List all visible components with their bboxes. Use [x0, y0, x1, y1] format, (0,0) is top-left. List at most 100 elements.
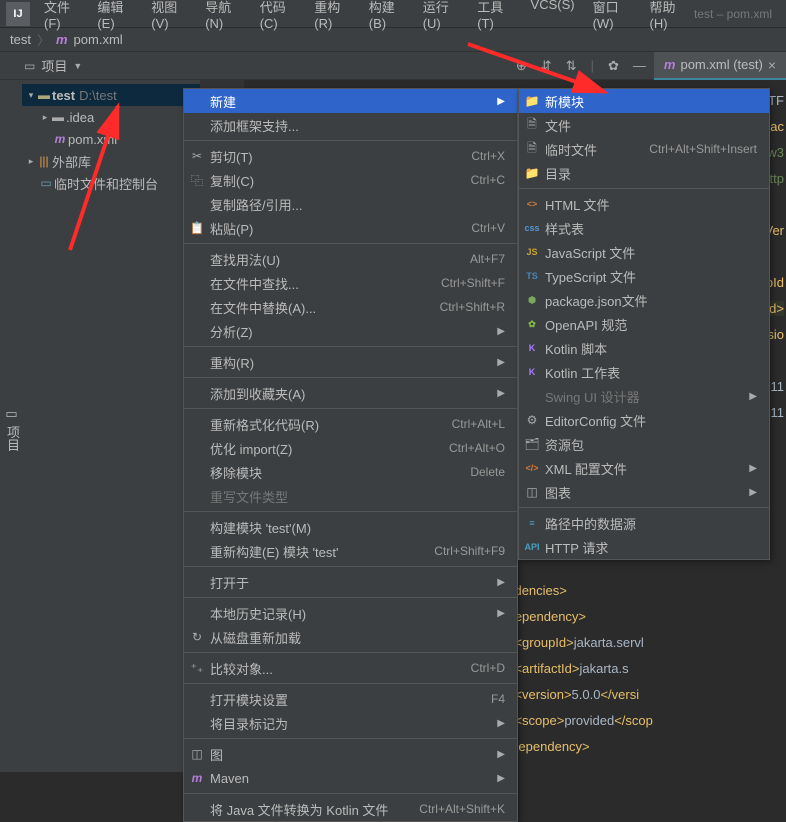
menu-item[interactable]: 添加到收藏夹(A)▶ — [184, 381, 517, 405]
menu-item[interactable]: 优化 import(Z)Ctrl+Alt+O — [184, 436, 517, 460]
menu-item[interactable]: 🗎临时文件Ctrl+Alt+Shift+Insert — [519, 137, 769, 161]
tree-pom[interactable]: m pom.xml — [22, 128, 200, 150]
menu-item[interactable]: 📋粘贴(P)Ctrl+V — [184, 216, 517, 240]
breadcrumb-file[interactable]: pom.xml — [74, 32, 123, 47]
menu-item[interactable]: 📁目录 — [519, 161, 769, 185]
menu-item[interactable]: 打开于▶ — [184, 570, 517, 594]
project-tree: ▾ ▬ test D:\test ▸ ▬ .idea m pom.xml ▸ |… — [22, 80, 200, 772]
menu-item-icon: 📋 — [184, 221, 210, 235]
menu-item[interactable]: ⁺₊比较对象...Ctrl+D — [184, 656, 517, 680]
menu-item-label: 路径中的数据源 — [545, 514, 757, 533]
window-title: test – pom.xml — [694, 7, 786, 21]
menu-view[interactable]: 视图(V) — [143, 0, 195, 31]
menu-item[interactable]: ⿻复制(C)Ctrl+C — [184, 168, 517, 192]
expand-arrow-icon[interactable]: ▾ — [26, 90, 36, 101]
menu-navigate[interactable]: 导航(N) — [197, 0, 250, 31]
menu-item[interactable]: ◫图▶ — [184, 742, 517, 766]
menu-item-label: 剪切(T) — [210, 147, 447, 166]
collapse-icon[interactable]: ⇅ — [566, 58, 577, 74]
menu-item[interactable]: ≡路径中的数据源 — [519, 511, 769, 535]
menu-help[interactable]: 帮助(H) — [642, 0, 695, 31]
menu-item-shortcut: Ctrl+Shift+F9 — [434, 544, 505, 558]
menu-separator — [519, 188, 769, 189]
menu-item[interactable]: 新建▶ — [184, 89, 517, 113]
menu-item[interactable]: APIHTTP 请求 — [519, 535, 769, 559]
menu-item[interactable]: <>HTML 文件 — [519, 192, 769, 216]
tab-close-icon[interactable]: × — [768, 57, 776, 73]
menu-item[interactable]: 重构(R)▶ — [184, 350, 517, 374]
menu-item[interactable]: TSTypeScript 文件 — [519, 264, 769, 288]
menu-edit[interactable]: 编辑(E) — [89, 0, 141, 31]
menu-item[interactable]: KKotlin 脚本 — [519, 336, 769, 360]
breadcrumb-project[interactable]: test — [10, 32, 31, 47]
settings-icon[interactable]: ✿ — [608, 58, 619, 74]
tree-root[interactable]: ▾ ▬ test D:\test — [22, 84, 200, 106]
hide-icon[interactable]: — — [633, 58, 646, 74]
menu-item[interactable]: 添加框架支持... — [184, 113, 517, 137]
submenu-arrow-icon: ▶ — [497, 749, 505, 760]
menu-item[interactable]: 复制路径/引用... — [184, 192, 517, 216]
menu-separator — [184, 738, 517, 739]
tree-scratches[interactable]: ▭ 临时文件和控制台 — [22, 172, 200, 194]
expand-icon[interactable]: ⇵ — [541, 58, 552, 74]
menu-item-label: OpenAPI 规范 — [545, 315, 757, 334]
menu-item[interactable]: 在文件中替换(A)...Ctrl+Shift+R — [184, 295, 517, 319]
menu-item-label: TypeScript 文件 — [545, 267, 757, 286]
menu-item-label: 粘贴(P) — [210, 219, 447, 238]
scratch-icon: ▭ — [38, 176, 54, 190]
menu-item[interactable]: 查找用法(U)Alt+F7 — [184, 247, 517, 271]
menu-item[interactable]: ⚙EditorConfig 文件 — [519, 408, 769, 432]
side-tool-tab[interactable]: ▭ 项目 — [0, 80, 22, 772]
menu-item[interactable]: 本地历史记录(H)▶ — [184, 601, 517, 625]
menu-item-label: 目录 — [545, 164, 757, 183]
menu-item[interactable]: 重新构建(E) 模块 'test'Ctrl+Shift+F9 — [184, 539, 517, 563]
menu-item-icon: ≡ — [519, 518, 545, 528]
menu-item[interactable]: 🗂资源包 — [519, 432, 769, 456]
menu-item[interactable]: 📁新模块 — [519, 89, 769, 113]
menu-item[interactable]: ✿OpenAPI 规范 — [519, 312, 769, 336]
editor-tab[interactable]: m pom.xml (test) × — [654, 52, 786, 80]
menu-item-icon: 🗎 — [519, 139, 545, 160]
menu-item[interactable]: ◫图表▶ — [519, 480, 769, 504]
menu-item[interactable]: ⬢package.json文件 — [519, 288, 769, 312]
menu-item[interactable]: 在文件中查找...Ctrl+Shift+F — [184, 271, 517, 295]
menu-item-shortcut: Ctrl+Alt+Shift+Insert — [649, 142, 757, 156]
menu-item[interactable]: 移除模块Delete — [184, 460, 517, 484]
menu-item-shortcut: F4 — [491, 692, 505, 706]
menu-item-label: 重新格式化代码(R) — [210, 415, 428, 434]
menu-item[interactable]: KKotlin 工作表 — [519, 360, 769, 384]
menu-item[interactable]: 🗎文件 — [519, 113, 769, 137]
menu-run[interactable]: 运行(U) — [415, 0, 468, 31]
menu-separator — [184, 377, 517, 378]
menu-item-label: 比较对象... — [210, 659, 447, 678]
menu-separator — [184, 511, 517, 512]
menu-item[interactable]: 将目录标记为▶ — [184, 711, 517, 735]
project-dropdown-icon[interactable]: ▼ — [73, 61, 82, 71]
menu-tools[interactable]: 工具(T) — [469, 0, 520, 31]
menu-item-icon: </> — [519, 463, 545, 473]
menu-item[interactable]: 重新格式化代码(R)Ctrl+Alt+L — [184, 412, 517, 436]
menu-item[interactable]: 打开模块设置F4 — [184, 687, 517, 711]
menu-vcs[interactable]: VCS(S) — [523, 0, 583, 31]
project-tool-label[interactable]: 项目 — [41, 56, 67, 75]
menu-item[interactable]: css样式表 — [519, 216, 769, 240]
menu-item[interactable]: ✂剪切(T)Ctrl+X — [184, 144, 517, 168]
menu-item[interactable]: </>XML 配置文件▶ — [519, 456, 769, 480]
menu-code[interactable]: 代码(C) — [252, 0, 305, 31]
menu-item[interactable]: JSJavaScript 文件 — [519, 240, 769, 264]
menu-item[interactable]: 分析(Z)▶ — [184, 319, 517, 343]
menu-build[interactable]: 构建(B) — [361, 0, 413, 31]
menu-item[interactable]: 将 Java 文件转换为 Kotlin 文件Ctrl+Alt+Shift+K — [184, 797, 517, 821]
tree-external-libs[interactable]: ▸ ||| 外部库 — [22, 150, 200, 172]
target-icon[interactable]: ⊕ — [516, 58, 527, 74]
menu-file[interactable]: 文件(F) — [36, 0, 87, 31]
expand-arrow-icon[interactable]: ▸ — [26, 156, 36, 167]
expand-arrow-icon[interactable]: ▸ — [40, 112, 50, 123]
tree-idea[interactable]: ▸ ▬ .idea — [22, 106, 200, 128]
menu-item[interactable]: mMaven▶ — [184, 766, 517, 790]
menu-window[interactable]: 窗口(W) — [585, 0, 640, 31]
menu-refactor[interactable]: 重构(R) — [306, 0, 359, 31]
menu-item-icon: 📁 — [519, 94, 545, 108]
menu-item[interactable]: 构建模块 'test'(M) — [184, 515, 517, 539]
menu-item[interactable]: ↻从磁盘重新加载 — [184, 625, 517, 649]
